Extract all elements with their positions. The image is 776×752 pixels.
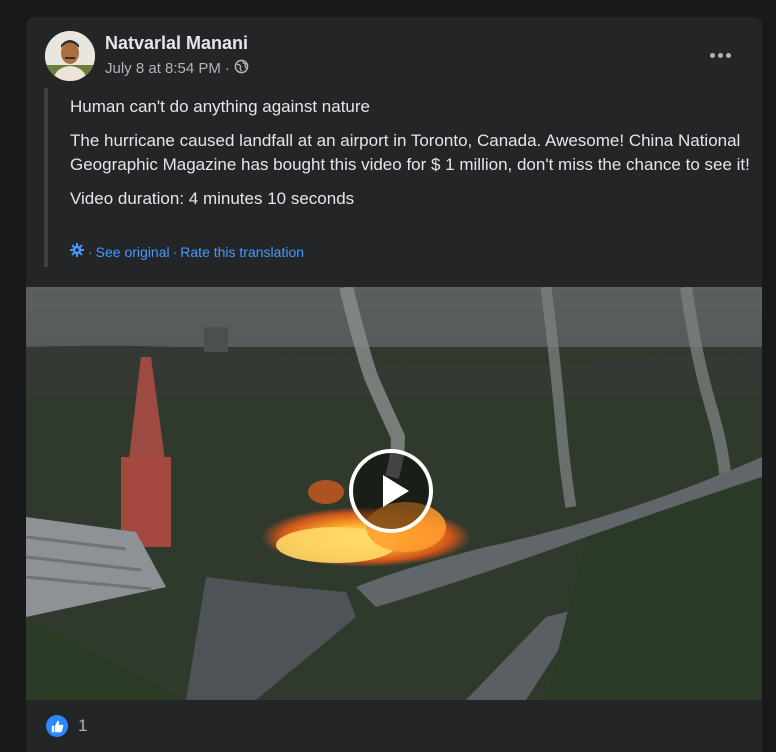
post-card: Natvarlal Manani July 8 at 8:54 PM · Hum… [26,17,762,752]
translation-separator: · [88,243,93,260]
translation-quote-bar [44,88,48,267]
translation-bar: · See original · Rate this translation [69,242,304,261]
gear-icon [69,242,85,261]
more-options-icon[interactable] [706,45,734,65]
author-name[interactable]: Natvarlal Manani [105,33,248,54]
like-icon[interactable] [46,715,68,737]
reactions-bar: 1 [46,715,87,737]
post-meta: July 8 at 8:54 PM · [105,59,249,78]
play-icon[interactable] [349,449,433,533]
translation-separator: · [172,243,178,260]
see-original-link[interactable]: See original [96,244,170,260]
avatar-image [45,31,95,81]
post-paragraph-3: Video duration: 4 minutes 10 seconds [70,189,355,208]
globe-icon[interactable] [234,59,249,78]
avatar[interactable] [45,31,95,81]
rate-translation-link[interactable]: Rate this translation [180,244,304,260]
post-text: Human can't do anything against nature T… [70,95,750,221]
video-player[interactable] [26,287,762,700]
post-timestamp[interactable]: July 8 at 8:54 PM [105,60,221,77]
post-paragraph-1: Human can't do anything against nature [70,97,370,116]
meta-separator: · [224,60,230,77]
like-count[interactable]: 1 [78,716,87,736]
post-paragraph-2: The hurricane caused landfall at an airp… [70,131,750,174]
